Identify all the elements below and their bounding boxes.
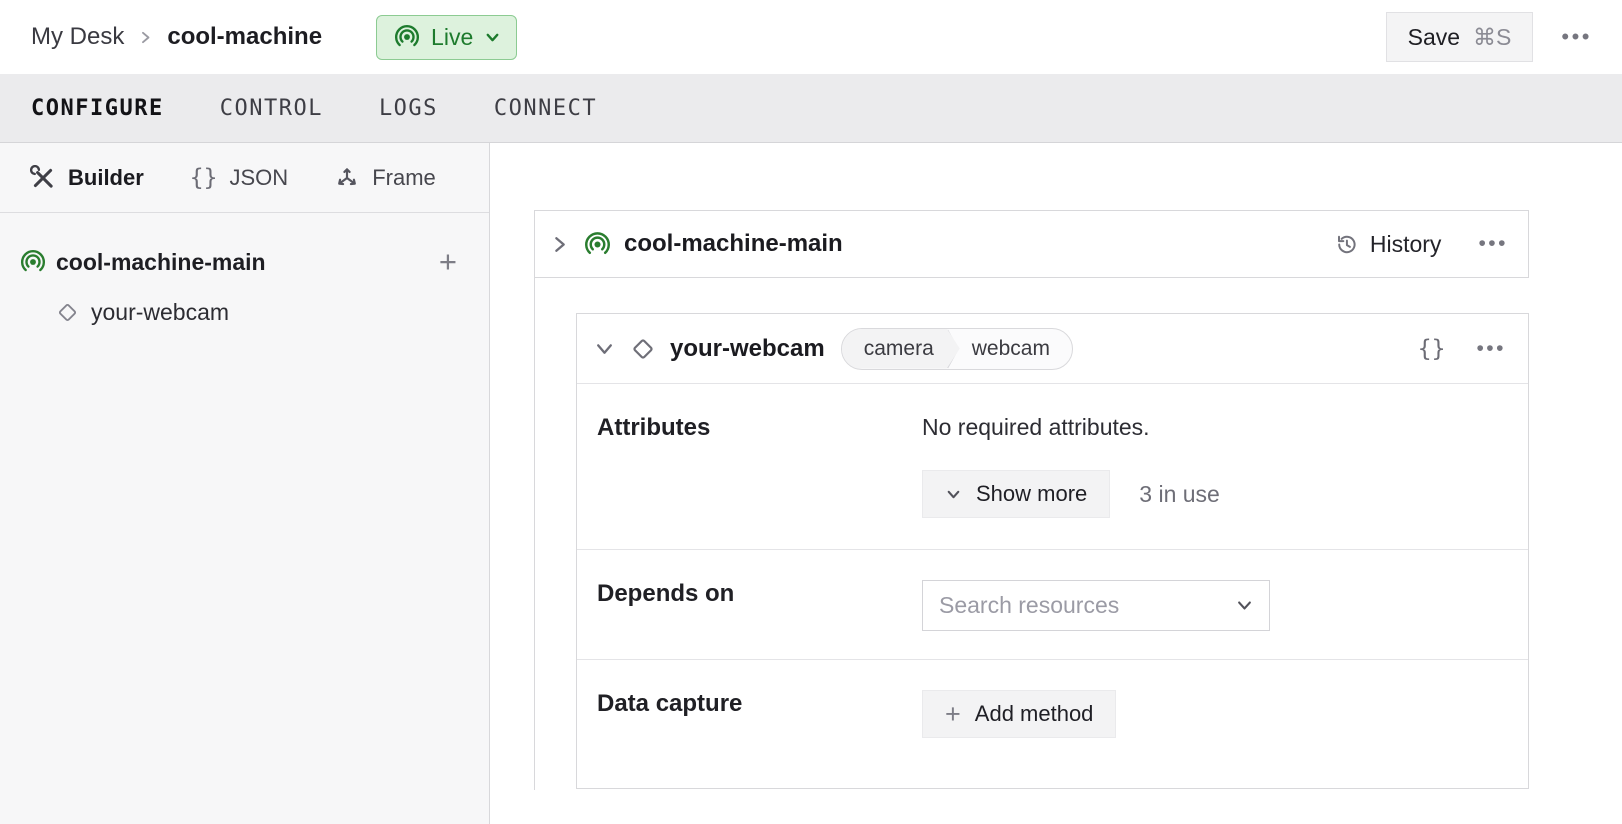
- tab-logs[interactable]: LOGS: [379, 96, 438, 121]
- save-button-label: Save: [1408, 24, 1460, 51]
- tree-item-label: cool-machine-main: [56, 249, 266, 276]
- breadcrumb-parent[interactable]: My Desk: [31, 23, 124, 51]
- tools-icon: [30, 165, 56, 191]
- save-button[interactable]: Save ⌘S: [1386, 12, 1534, 62]
- topbar-overflow-menu-icon[interactable]: •••: [1561, 24, 1592, 50]
- add-resource-button[interactable]: +: [439, 243, 457, 281]
- mode-builder-label: Builder: [68, 165, 144, 191]
- live-status-badge[interactable]: Live: [376, 15, 517, 60]
- tab-connect[interactable]: CONNECT: [494, 96, 597, 121]
- attributes-empty-text: No required attributes.: [922, 414, 1528, 441]
- show-more-label: Show more: [976, 481, 1087, 507]
- tree-item-machine-part[interactable]: cool-machine-main +: [0, 243, 489, 281]
- badge-model: webcam: [960, 337, 1072, 361]
- save-shortcut-hint: ⌘S: [1473, 24, 1511, 51]
- component-card-title: your-webcam: [670, 335, 825, 363]
- component-diamond-icon: [629, 335, 657, 363]
- tree-connector-line: [534, 278, 535, 790]
- attributes-label: Attributes: [577, 384, 922, 549]
- add-method-button[interactable]: + Add method: [922, 690, 1116, 738]
- part-card-title: cool-machine-main: [624, 230, 843, 258]
- attributes-in-use-count: 3 in use: [1139, 481, 1220, 508]
- plus-icon: +: [945, 701, 961, 728]
- tab-control[interactable]: CONTROL: [220, 96, 323, 121]
- tab-configure[interactable]: CONFIGURE: [31, 96, 164, 121]
- show-more-button[interactable]: Show more: [922, 470, 1110, 518]
- mode-frame-label: Frame: [372, 165, 436, 191]
- live-broadcast-icon: [394, 24, 420, 50]
- app-body: Builder {} JSON Frame: [0, 143, 1622, 824]
- mode-frame[interactable]: Frame: [334, 165, 436, 191]
- mode-json-label: JSON: [230, 165, 289, 191]
- attributes-section: Attributes No required attributes. Show …: [577, 383, 1528, 549]
- depends-on-section: Depends on Search resources: [577, 549, 1528, 659]
- component-json-toggle-icon[interactable]: {}: [1418, 336, 1446, 362]
- tree-item-component[interactable]: your-webcam: [0, 293, 489, 331]
- chevron-down-icon: [484, 29, 501, 46]
- component-type-badge: camera webcam: [841, 328, 1073, 370]
- data-capture-content: + Add method: [922, 660, 1528, 790]
- machine-part-card: cool-machine-main History •••: [534, 210, 1529, 278]
- depends-on-select[interactable]: Search resources: [922, 580, 1270, 631]
- resource-tree: cool-machine-main + your-webcam: [0, 213, 489, 331]
- history-clock-icon: [1334, 232, 1359, 257]
- machine-name: cool-machine: [167, 23, 322, 51]
- depends-on-label: Depends on: [577, 550, 922, 659]
- component-card: your-webcam camera webcam {} ••• Attribu…: [576, 313, 1529, 789]
- depends-on-placeholder: Search resources: [939, 592, 1235, 619]
- component-menu-icon[interactable]: •••: [1476, 337, 1506, 361]
- mode-builder[interactable]: Builder: [30, 165, 144, 191]
- attributes-actions-row: Show more 3 in use: [922, 470, 1528, 518]
- config-sidebar: Builder {} JSON Frame: [0, 143, 490, 824]
- component-diamond-icon: [55, 300, 80, 325]
- depends-on-content: Search resources: [922, 550, 1528, 659]
- expand-chevron-right-icon[interactable]: [549, 234, 570, 255]
- config-mode-switcher: Builder {} JSON Frame: [0, 143, 489, 213]
- machine-part-icon: [20, 249, 46, 275]
- history-button-label: History: [1370, 231, 1442, 258]
- attributes-content: No required attributes. Show more 3 in u…: [922, 384, 1528, 549]
- data-capture-section: Data capture + Add method: [577, 659, 1528, 790]
- live-status-label: Live: [431, 24, 473, 51]
- add-method-label: Add method: [975, 701, 1094, 727]
- top-bar: My Desk cool-machine Live Save ⌘S •••: [0, 0, 1622, 74]
- collapse-chevron-down-icon[interactable]: [594, 338, 615, 359]
- machine-part-icon: [584, 231, 611, 258]
- breadcrumb-chevron-icon: [137, 29, 154, 46]
- braces-icon: {}: [190, 165, 218, 191]
- main-nav-tabs: CONFIGURE CONTROL LOGS CONNECT: [0, 74, 1622, 143]
- config-content: cool-machine-main History •••: [490, 143, 1622, 824]
- part-card-menu-icon[interactable]: •••: [1478, 232, 1508, 256]
- frame-axes-icon: [334, 165, 360, 191]
- chevron-down-icon: [945, 486, 962, 503]
- badge-category: camera: [842, 329, 960, 369]
- tree-item-label: your-webcam: [91, 299, 229, 326]
- data-capture-label: Data capture: [577, 660, 922, 790]
- mode-json[interactable]: {} JSON: [190, 165, 288, 191]
- component-card-header: your-webcam camera webcam {} •••: [577, 314, 1528, 383]
- chevron-down-icon: [1235, 596, 1254, 615]
- history-button[interactable]: History: [1334, 231, 1442, 258]
